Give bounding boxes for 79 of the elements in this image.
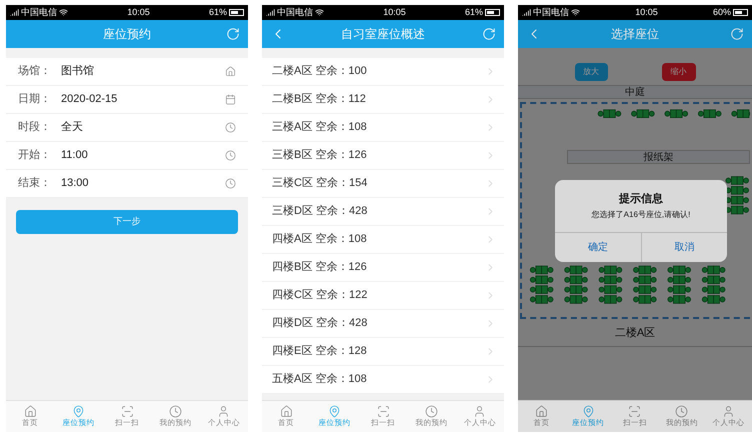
- room-row[interactable]: 三楼A区 空余：108: [262, 114, 504, 142]
- scan-icon: [376, 405, 390, 418]
- user-icon: [722, 405, 736, 418]
- home-icon: [534, 405, 548, 418]
- room-row[interactable]: 五楼A区 空余：108: [262, 366, 504, 394]
- user-icon: [217, 405, 230, 418]
- room-row[interactable]: 四楼B区 空余：126: [262, 254, 504, 282]
- carrier-name: 中国电信: [277, 6, 313, 19]
- home-icon: [24, 405, 37, 418]
- clock-icon: [424, 405, 438, 418]
- newspaper-shelf: 报纸架: [567, 150, 750, 164]
- room-row[interactable]: 四楼E区 空余：128: [262, 338, 504, 366]
- room-row[interactable]: 四楼D区 空余：428: [262, 310, 504, 338]
- screen-title: 自习室座位概述: [340, 26, 426, 43]
- desk-drawing[interactable]: [725, 196, 749, 204]
- signal-icon: [266, 8, 275, 17]
- home-icon: [225, 66, 236, 77]
- refresh-icon[interactable]: [226, 27, 240, 41]
- clock-icon: [675, 405, 688, 418]
- clock-icon: [225, 178, 236, 189]
- zoom-in-button[interactable]: 放大: [574, 63, 608, 81]
- room-row[interactable]: 四楼C区 空余：122: [262, 282, 504, 310]
- pin-icon: [72, 405, 86, 418]
- zoom-out-button[interactable]: 缩小: [662, 63, 696, 81]
- room-row[interactable]: 四楼A区 空余：108: [262, 226, 504, 254]
- field-value[interactable]: 图书馆: [61, 63, 225, 80]
- desk-drawing[interactable]: [725, 206, 749, 214]
- field-label: 场馆：: [18, 64, 52, 80]
- battery-icon: [228, 9, 244, 16]
- battery-icon: [732, 9, 748, 16]
- status-time: 10:05: [383, 6, 406, 19]
- scan-icon: [628, 405, 642, 418]
- area-label: 二楼A区: [614, 326, 656, 341]
- refresh-icon[interactable]: [730, 27, 744, 41]
- room-row[interactable]: 三楼D区 空余：428: [262, 198, 504, 226]
- wifi-icon: [59, 8, 68, 17]
- next-button[interactable]: 下一步: [16, 210, 238, 234]
- signal-icon: [10, 8, 19, 17]
- refresh-icon[interactable]: [482, 27, 496, 41]
- field-value[interactable]: 全天: [61, 119, 225, 136]
- field-label: 日期：: [18, 92, 52, 108]
- signal-icon: [522, 8, 531, 17]
- dialog-button[interactable]: 确定: [555, 233, 640, 262]
- field-value[interactable]: 11:00: [61, 147, 225, 164]
- battery-percent: 61%: [208, 6, 227, 19]
- field-label: 时段：: [18, 120, 52, 136]
- room-row[interactable]: 二楼A区 空余：100: [262, 58, 504, 86]
- scan-icon: [120, 405, 134, 418]
- home-icon: [280, 405, 293, 418]
- courtyard-bar: 中庭: [518, 85, 752, 99]
- room-row[interactable]: 三楼C区 空余：154: [262, 170, 504, 198]
- carrier-name: 中国电信: [21, 6, 57, 19]
- room-row[interactable]: 三楼B区 空余：126: [262, 142, 504, 170]
- dialog-message: 您选择了A16号座位,请确认!: [592, 209, 690, 222]
- wifi-icon: [571, 8, 580, 17]
- dialog-title: 提示信息: [619, 192, 663, 207]
- status-time: 10:05: [635, 6, 658, 19]
- desk-drawing[interactable]: [725, 186, 749, 195]
- clock-icon: [168, 405, 182, 418]
- screen-title: 座位预约: [102, 26, 152, 43]
- field-label: 结束：: [18, 176, 52, 192]
- screen-title: 选择座位: [610, 26, 660, 43]
- battery-icon: [484, 9, 500, 16]
- battery-percent: 61%: [464, 6, 483, 19]
- field-value[interactable]: 13:00: [61, 175, 225, 192]
- user-icon: [473, 405, 486, 418]
- field-label: 开始：: [18, 148, 52, 164]
- status-time: 10:05: [127, 6, 150, 19]
- calendar-icon: [225, 94, 236, 105]
- wifi-icon: [315, 8, 324, 17]
- dialog-button[interactable]: 取消: [640, 233, 727, 262]
- pin-icon: [582, 405, 595, 418]
- field-value[interactable]: 2020-02-15: [61, 91, 225, 108]
- clock-icon: [225, 150, 236, 161]
- clock-icon: [225, 122, 236, 133]
- battery-percent: 60%: [712, 6, 731, 19]
- room-row[interactable]: 二楼B区 空余：112: [262, 86, 504, 114]
- pin-icon: [328, 405, 342, 418]
- carrier-name: 中国电信: [533, 6, 569, 19]
